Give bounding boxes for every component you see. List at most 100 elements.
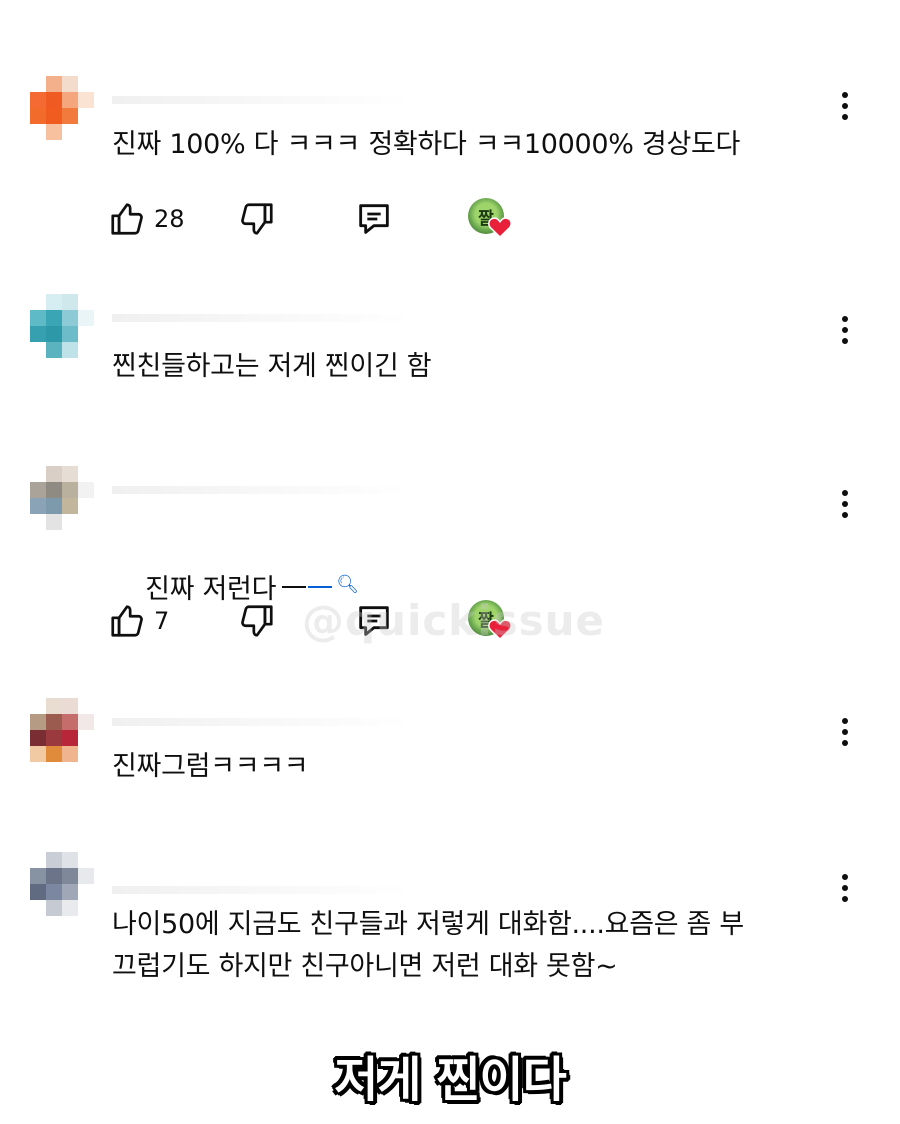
- avatar-pixel: [62, 326, 78, 342]
- avatar-pixel: [62, 466, 78, 482]
- avatar-pixel: [78, 92, 94, 108]
- heart-icon: [488, 217, 512, 238]
- avatar-pixel: [78, 124, 94, 140]
- avatar-pixel: [46, 108, 62, 124]
- avatar-pixel: [78, 498, 94, 514]
- avatar-pixel: [78, 730, 94, 746]
- avatar-pixel: [62, 852, 78, 868]
- thumb-down-icon: [241, 605, 273, 637]
- author-name-blurred[interactable]: [112, 718, 412, 726]
- avatar-pixel: [46, 124, 62, 140]
- timestamp-link-dash[interactable]: [282, 586, 307, 588]
- avatar[interactable]: [30, 852, 94, 916]
- avatar-pixel: [30, 482, 46, 498]
- timestamp-link[interactable]: [308, 586, 333, 588]
- avatar-pixel: [46, 714, 62, 730]
- more-options-button[interactable]: [830, 712, 860, 752]
- avatar-pixel: [46, 76, 62, 92]
- avatar-pixel: [46, 868, 62, 884]
- avatar-pixel: [62, 310, 78, 326]
- avatar-pixel: [78, 482, 94, 498]
- avatar-pixel: [46, 326, 62, 342]
- avatar-pixel: [30, 294, 46, 310]
- avatar-pixel: [78, 698, 94, 714]
- avatar-pixel: [62, 698, 78, 714]
- avatar-pixel: [62, 730, 78, 746]
- avatar-pixel: [30, 108, 46, 124]
- thumb-up-icon: [111, 203, 143, 235]
- avatar-pixel: [46, 730, 62, 746]
- avatar-pixel: [30, 310, 46, 326]
- author-name-blurred[interactable]: [112, 96, 412, 104]
- avatar[interactable]: [30, 76, 94, 140]
- search-icon[interactable]: 🔍︎: [336, 574, 359, 595]
- avatar-pixel: [30, 746, 46, 762]
- avatar-pixel: [46, 92, 62, 108]
- like-button[interactable]: 28: [108, 194, 185, 244]
- avatar-pixel: [62, 514, 78, 530]
- avatar-pixel: [46, 884, 62, 900]
- avatar-pixel: [46, 698, 62, 714]
- avatar-pixel: [30, 714, 46, 730]
- thumb-up-icon: [111, 605, 143, 637]
- creator-heart-badge: 짤: [468, 198, 512, 242]
- avatar-pixel: [62, 76, 78, 92]
- avatar-pixel: [62, 92, 78, 108]
- more-options-button[interactable]: [830, 868, 860, 908]
- avatar-pixel: [30, 92, 46, 108]
- author-name-blurred[interactable]: [112, 886, 412, 894]
- avatar-pixel: [30, 852, 46, 868]
- avatar-pixel: [30, 730, 46, 746]
- avatar-pixel: [78, 852, 94, 868]
- avatar-pixel: [30, 124, 46, 140]
- avatar-pixel: [62, 900, 78, 916]
- avatar-pixel: [46, 310, 62, 326]
- author-name-blurred[interactable]: [112, 486, 412, 494]
- comment-text: 찐친들하고는 저게 찐이긴 함: [112, 351, 432, 382]
- like-button[interactable]: 7: [108, 596, 169, 646]
- avatar-pixel: [78, 310, 94, 326]
- avatar-pixel: [78, 714, 94, 730]
- comment-text: 나이50에 지금도 친구들과 저렇게 대화함....요즘은 좀 부 끄럽기도 하…: [112, 909, 744, 982]
- more-options-button[interactable]: [830, 86, 860, 126]
- avatar-pixel: [62, 868, 78, 884]
- avatar-pixel: [30, 698, 46, 714]
- avatar-pixel: [30, 326, 46, 342]
- avatar-pixel: [78, 884, 94, 900]
- reply-icon: [359, 606, 389, 636]
- avatar[interactable]: [30, 698, 94, 762]
- dislike-button[interactable]: [238, 194, 276, 244]
- comment-text: 진짜 100% 다 ㅋㅋㅋ 정확하다 ㅋㅋ10000% 경상도다: [112, 129, 741, 160]
- comment-text: 진짜그럼ㅋㅋㅋㅋ: [112, 751, 309, 782]
- avatar-pixel: [46, 482, 62, 498]
- avatar[interactable]: [30, 466, 94, 530]
- avatar-pixel: [78, 746, 94, 762]
- creator-heart-badge: 짤: [468, 600, 512, 644]
- avatar-pixel: [62, 124, 78, 140]
- avatar-pixel: [78, 900, 94, 916]
- avatar-pixel: [30, 342, 46, 358]
- avatar-pixel: [30, 884, 46, 900]
- avatar-pixel: [78, 342, 94, 358]
- like-count: 7: [154, 607, 170, 635]
- reply-button[interactable]: [354, 596, 394, 646]
- avatar-pixel: [78, 868, 94, 884]
- avatar[interactable]: [30, 294, 94, 358]
- more-options-button[interactable]: [830, 484, 860, 524]
- reply-button[interactable]: [354, 194, 394, 244]
- like-count: 28: [154, 205, 185, 233]
- author-name-blurred[interactable]: [112, 314, 412, 322]
- avatar-pixel: [78, 514, 94, 530]
- comment-actions: 7 짤: [108, 596, 608, 646]
- avatar-pixel: [30, 76, 46, 92]
- avatar-pixel: [62, 342, 78, 358]
- avatar-pixel: [62, 746, 78, 762]
- reply-icon: [359, 204, 389, 234]
- avatar-pixel: [78, 108, 94, 124]
- video-caption: 저게 찐이다: [334, 1052, 567, 1108]
- comment-actions: 28 짤: [108, 194, 608, 244]
- avatar-pixel: [62, 294, 78, 310]
- more-options-button[interactable]: [830, 310, 860, 350]
- avatar-pixel: [30, 868, 46, 884]
- dislike-button[interactable]: [238, 596, 276, 646]
